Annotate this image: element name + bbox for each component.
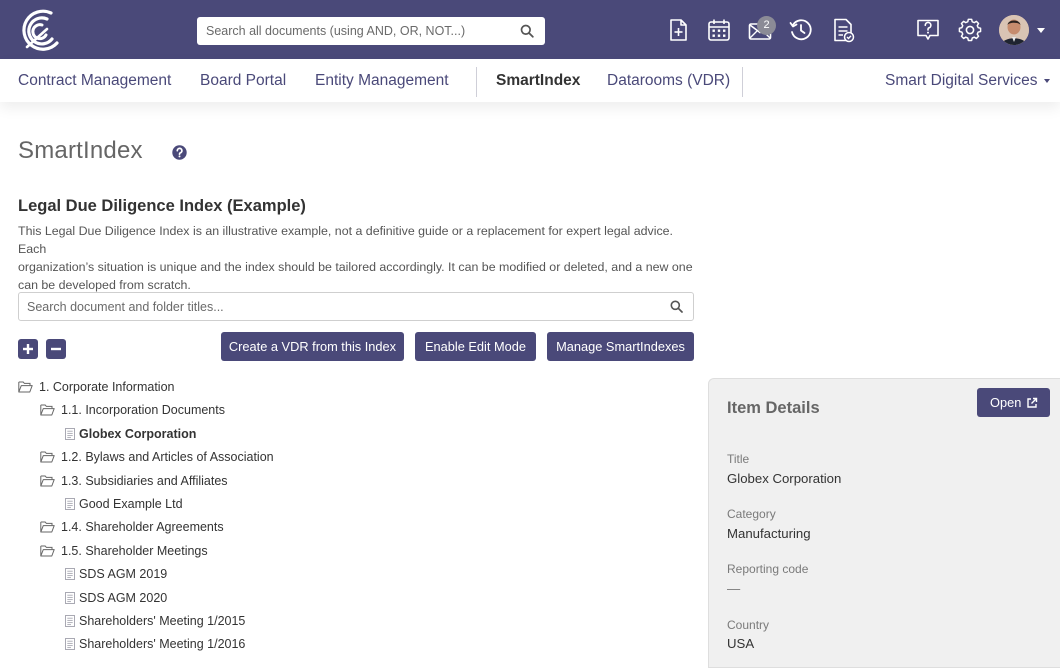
minus-icon (51, 347, 61, 351)
field-label-title: Title (727, 452, 750, 466)
user-avatar[interactable] (999, 15, 1029, 45)
tree-item-label: 1. Corporate Information (39, 380, 175, 394)
tree-search (18, 292, 694, 321)
help-icon[interactable] (915, 17, 941, 43)
index-description-line: This Legal Due Diligence Index is an ill… (18, 224, 673, 256)
app-logo[interactable] (17, 7, 61, 53)
tree-item-label: SDS AGM 2020 (79, 591, 168, 605)
tree-item-label: SDS AGM 2019 (79, 567, 168, 581)
item-details-panel: Item Details Open Title Globex Corporati… (708, 378, 1060, 668)
nav-item-contract-management[interactable]: Contract Management (18, 72, 171, 90)
create-vdr-button[interactable]: Create a VDR from this Index (221, 332, 404, 361)
folder-open-icon (40, 404, 55, 419)
nav-item-board-portal[interactable]: Board Portal (200, 72, 286, 90)
tree-item-label: 1.3. Subsidiaries and Affiliates (61, 474, 228, 488)
external-link-icon (1027, 397, 1038, 408)
search-icon[interactable] (670, 300, 683, 313)
field-label-country: Country (727, 618, 770, 632)
field-value-category: Manufacturing (727, 526, 811, 541)
settings-icon[interactable] (957, 17, 983, 43)
nav-right-label: Smart Digital Services (885, 72, 1038, 89)
document-icon (65, 568, 75, 583)
new-document-icon[interactable] (665, 17, 691, 43)
nav-item-datarooms[interactable]: Datarooms (VDR) (607, 72, 730, 90)
folder-open-icon (40, 545, 55, 560)
field-label-reporting-code: Reporting code (727, 562, 809, 576)
tree-item-label: 1.1. Incorporation Documents (61, 403, 225, 417)
nav-item-smartindex[interactable]: SmartIndex (496, 72, 580, 90)
tree-item-label: Globex Corporation (79, 427, 197, 441)
tasks-icon[interactable] (830, 17, 856, 43)
plus-icon (23, 344, 33, 354)
chevron-down-icon (1044, 78, 1051, 83)
index-title: Legal Due Diligence Index (Example) (18, 197, 306, 215)
document-icon (65, 638, 75, 653)
module-nav: Contract Management Board Portal Entity … (0, 59, 1060, 102)
tree-item-label: 1.4. Shareholder Agreements (61, 520, 224, 534)
question-circle-icon[interactable] (172, 145, 187, 160)
tree-item-label: Shareholders' Meeting 1/2016 (79, 637, 246, 651)
field-value-reporting-code: — (727, 581, 741, 596)
global-search (197, 17, 545, 45)
collapse-all-button[interactable] (46, 339, 66, 359)
tree-item-label: 1.5. Shareholder Meetings (61, 544, 208, 558)
folder-open-icon (18, 381, 33, 396)
folder-open-icon (40, 475, 55, 490)
index-description: This Legal Due Diligence Index is an ill… (18, 222, 698, 294)
folder-open-icon (40, 451, 55, 466)
document-icon (65, 615, 75, 630)
field-label-category: Category (727, 507, 776, 521)
nav-item-entity-management[interactable]: Entity Management (315, 72, 449, 90)
nav-divider (476, 67, 477, 97)
nav-divider (742, 67, 743, 97)
document-icon (65, 592, 75, 607)
field-value-country: USA (727, 636, 755, 651)
page-title: SmartIndex (18, 137, 143, 164)
index-description-line: organization’s situation is unique and t… (18, 260, 693, 274)
tree-item-label: Shareholders' Meeting 1/2015 (79, 614, 246, 628)
global-search-input[interactable] (197, 17, 545, 45)
expand-all-button[interactable] (18, 339, 38, 359)
folder-open-icon (40, 521, 55, 536)
history-icon[interactable] (788, 17, 814, 43)
calendar-icon[interactable] (706, 17, 732, 43)
enable-edit-mode-button[interactable]: Enable Edit Mode (415, 332, 536, 361)
manage-smartindexes-button[interactable]: Manage SmartIndexes (547, 332, 694, 361)
tree-item-label: 1.2. Bylaws and Articles of Association (61, 450, 274, 464)
document-icon (65, 428, 75, 443)
document-icon (65, 498, 75, 513)
user-menu-chevron-down-icon[interactable] (1037, 28, 1045, 33)
open-button-label: Open (990, 395, 1022, 410)
search-icon[interactable] (520, 24, 534, 38)
tree-item-label: Good Example Ltd (79, 497, 183, 511)
open-button[interactable]: Open (977, 388, 1050, 417)
notification-badge: 2 (757, 16, 776, 35)
nav-item-smart-digital-services[interactable]: Smart Digital Services (885, 72, 1051, 90)
field-value-title: Globex Corporation (727, 471, 842, 486)
tree-search-input[interactable] (19, 293, 693, 320)
details-title: Item Details (727, 399, 820, 417)
top-bar: 2 (0, 0, 1060, 59)
